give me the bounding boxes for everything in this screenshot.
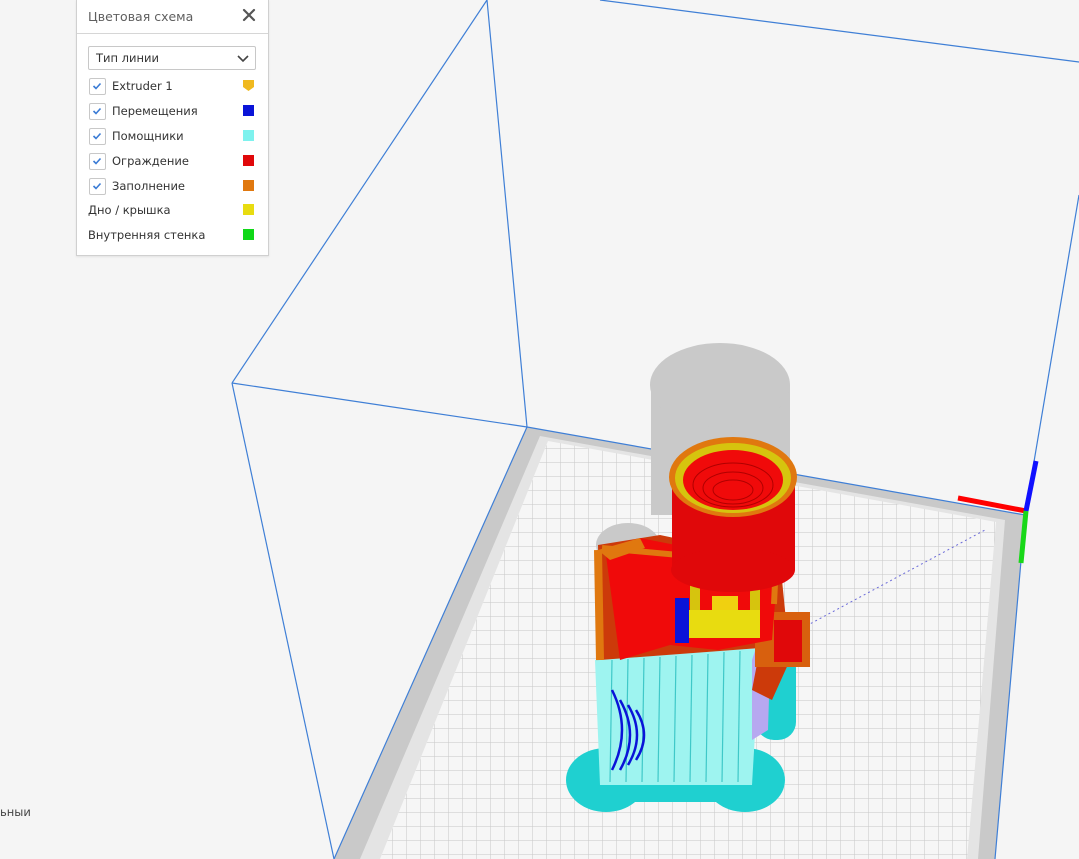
legend-label: Помощники — [112, 129, 184, 143]
legend-label: Дно / крышка — [88, 203, 171, 217]
line-type-value: Тип линии — [96, 51, 159, 65]
checkmark-icon — [92, 182, 102, 190]
legend-item-extruder-1: Extruder 1 — [88, 76, 258, 96]
legend-swatch — [243, 155, 254, 166]
checkmark-icon — [92, 82, 102, 90]
legend-label: Перемещения — [112, 104, 198, 118]
legend-checkbox[interactable] — [89, 78, 106, 95]
legend-swatch — [243, 180, 254, 191]
chevron-down-icon — [237, 55, 249, 63]
legend-swatch — [243, 204, 254, 215]
side-label: ьныи — [0, 805, 31, 819]
panel-header: Цветовая схема — [77, 0, 268, 34]
checkmark-icon — [92, 107, 102, 115]
legend-item-top-bottom: Дно / крышка — [88, 200, 258, 220]
legend-label: Заполнение — [112, 179, 185, 193]
model-cylinder — [669, 437, 797, 592]
line-type-select[interactable]: Тип линии — [88, 46, 256, 70]
legend-item-infill: Заполнение — [88, 176, 258, 196]
legend-checkbox[interactable] — [89, 153, 106, 170]
legend-item-shell: Ограждение — [88, 151, 258, 171]
legend-item-travels: Перемещения — [88, 101, 258, 121]
legend-item-helpers: Помощники — [88, 126, 258, 146]
checkmark-icon — [92, 132, 102, 140]
legend-swatch — [243, 229, 254, 240]
legend-swatch — [243, 105, 254, 116]
panel-title: Цветовая схема — [88, 9, 194, 24]
legend-label: Ограждение — [112, 154, 189, 168]
legend-item-inner-wall: Внутренняя стенка — [88, 225, 258, 245]
legend-checkbox[interactable] — [89, 128, 106, 145]
checkmark-icon — [92, 157, 102, 165]
legend-checkbox[interactable] — [89, 178, 106, 195]
color-scheme-panel: Цветовая схема Тип линии Extruder 1 Пере… — [76, 0, 269, 256]
legend-label: Внутренняя стенка — [88, 228, 206, 242]
legend-swatch-shield-icon — [243, 80, 254, 91]
legend-checkbox[interactable] — [89, 103, 106, 120]
legend-swatch — [243, 130, 254, 141]
close-icon[interactable] — [238, 4, 260, 26]
legend-label: Extruder 1 — [112, 79, 173, 93]
